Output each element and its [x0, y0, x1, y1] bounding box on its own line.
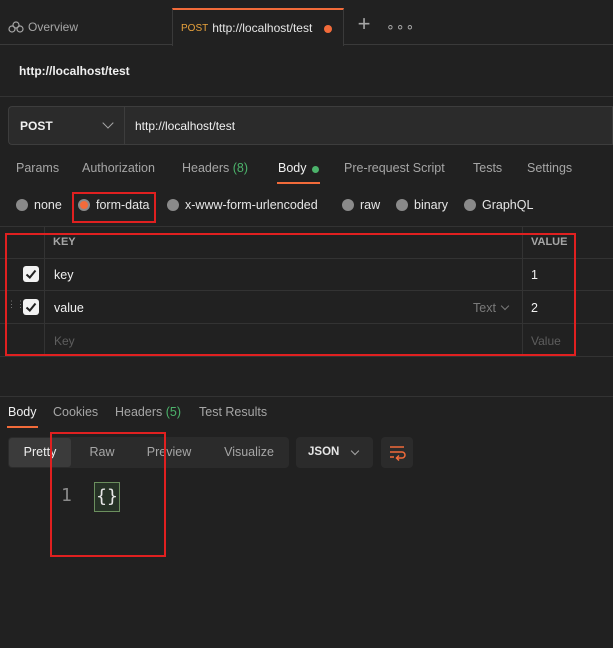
unsaved-dot-icon [324, 25, 332, 33]
response-headers-count: (5) [165, 405, 182, 419]
radio-icon [16, 199, 28, 211]
response-tab-underline [7, 426, 38, 428]
response-tab-headers-label: Headers [115, 405, 163, 419]
body-type-graphql[interactable]: GraphQL [464, 196, 533, 214]
view-mode-visualize[interactable]: Visualize [212, 437, 286, 468]
url-input[interactable]: http://localhost/test [124, 106, 613, 145]
tab-request[interactable]: POST http://localhost/test [172, 8, 344, 46]
tab-authorization[interactable]: Authorization [82, 161, 155, 175]
tab-body[interactable]: Body [278, 161, 307, 175]
response-tab-headers[interactable]: Headers (5) [115, 405, 181, 419]
wrap-lines-button[interactable] [381, 437, 413, 468]
headers-count: (8) [232, 161, 249, 175]
radio-icon [167, 199, 179, 211]
chevron-down-icon [102, 117, 114, 129]
response-tab-test-results[interactable]: Test Results [199, 405, 267, 419]
body-type-label: none [34, 198, 62, 212]
method-label: POST [20, 118, 53, 133]
format-select[interactable]: JSON [296, 437, 373, 468]
body-type-urlencoded[interactable]: x-www-form-urlencoded [167, 196, 318, 214]
method-select[interactable]: POST [8, 106, 124, 145]
body-type-none[interactable]: none [16, 196, 62, 214]
tab-tests[interactable]: Tests [473, 161, 502, 175]
divider [0, 96, 613, 97]
tab-method: POST [181, 22, 209, 34]
new-tab-button[interactable]: + [352, 13, 376, 37]
body-type-label: raw [360, 198, 381, 212]
tab-overview-label: Overview [28, 19, 79, 34]
annotation-box-table [5, 233, 576, 356]
chevron-down-icon [350, 446, 360, 456]
more-tabs-button[interactable]: ∘∘∘ [386, 14, 414, 38]
tab-settings[interactable]: Settings [527, 161, 572, 175]
body-type-label: binary [414, 198, 449, 212]
tab-headers[interactable]: Headers (8) [182, 161, 248, 175]
response-tab-body[interactable]: Body [8, 405, 37, 419]
tab-body-underline [277, 182, 320, 184]
format-label: JSON [308, 446, 340, 458]
wrap-lines-icon [390, 446, 406, 462]
response-tab-cookies[interactable]: Cookies [53, 405, 98, 419]
tab-url: http://localhost/test [212, 21, 313, 35]
divider [0, 396, 613, 397]
tab-params[interactable]: Params [16, 161, 59, 175]
request-title[interactable]: http://localhost/test [19, 64, 130, 78]
body-indicator-dot [312, 166, 319, 173]
url-value: http://localhost/test [135, 118, 236, 133]
tab-overview[interactable]: Overview [0, 8, 172, 45]
annotation-box-response [50, 432, 166, 557]
body-type-label: x-www-form-urlencoded [185, 198, 318, 212]
radio-icon [342, 199, 354, 211]
body-type-binary[interactable]: binary [396, 196, 448, 214]
tab-prerequest-script[interactable]: Pre-request Script [344, 161, 445, 175]
overview-icon [8, 20, 24, 33]
annotation-box-form-data [72, 192, 156, 223]
radio-icon [464, 199, 476, 211]
body-type-label: GraphQL [482, 198, 534, 212]
radio-icon [396, 199, 408, 211]
body-type-raw[interactable]: raw [342, 196, 380, 214]
tab-headers-label: Headers [182, 161, 230, 175]
